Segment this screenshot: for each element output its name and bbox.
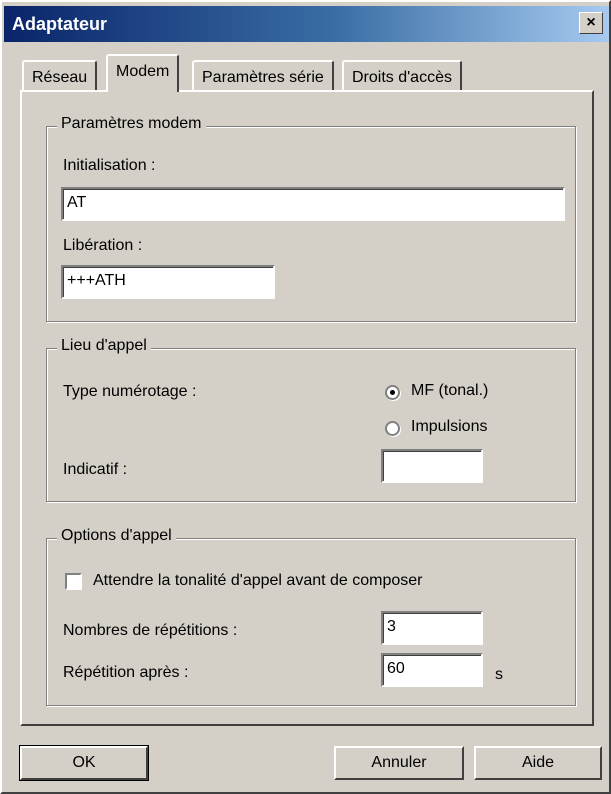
modem-settings-group: Paramètres modem Initialisation : AT Lib… xyxy=(46,115,576,322)
retry-after-label: Répétition après : xyxy=(63,664,189,681)
group-title: Paramètres modem xyxy=(57,115,206,133)
radio-pulse[interactable] xyxy=(385,421,400,436)
retries-label: Nombres de répétitions : xyxy=(63,622,238,639)
help-button[interactable]: Aide xyxy=(474,746,602,780)
wait-dial-tone-label[interactable]: Attendre la tonalité d'appel avant de co… xyxy=(93,572,423,590)
tab-parametres-serie[interactable]: Paramètres série xyxy=(192,60,334,92)
window-title: Adaptateur xyxy=(12,14,108,34)
wait-dial-tone-checkbox[interactable] xyxy=(65,573,82,590)
radio-tone-label[interactable]: MF (tonal.) xyxy=(411,382,488,400)
retries-input[interactable]: 3 xyxy=(381,611,483,645)
title-bar[interactable]: Adaptateur × xyxy=(4,6,609,42)
close-icon: × xyxy=(586,14,596,31)
init-string-input[interactable]: AT xyxy=(61,187,565,221)
retry-after-unit: s xyxy=(495,666,503,683)
tab-reseau[interactable]: Réseau xyxy=(22,60,98,92)
call-location-group: Lieu d'appel Type numérotage : MF (tonal… xyxy=(46,337,576,502)
tab-modem[interactable]: Modem xyxy=(106,54,180,92)
tab-label: Droits d'accès xyxy=(352,69,452,86)
prefix-label: Indicatif : xyxy=(63,461,128,478)
tab-droits-acces[interactable]: Droits d'accès xyxy=(342,60,462,92)
tab-panel-modem: Paramètres modem Initialisation : AT Lib… xyxy=(20,90,594,726)
release-string-input[interactable]: +++ATH xyxy=(61,265,275,299)
dial-type-label: Type numérotage : xyxy=(63,383,197,400)
retry-after-input[interactable]: 60 xyxy=(381,653,483,687)
radio-pulse-label[interactable]: Impulsions xyxy=(411,418,487,436)
dialog-window: Adaptateur × Réseau Modem Paramètres sér… xyxy=(0,0,611,794)
radio-tone[interactable] xyxy=(385,385,400,400)
group-title: Options d'appel xyxy=(57,527,176,545)
tab-label: Réseau xyxy=(32,69,88,86)
init-label: Initialisation : xyxy=(63,157,156,174)
release-label: Libération : xyxy=(63,237,143,254)
call-options-group: Options d'appel Attendre la tonalité d'a… xyxy=(46,527,576,706)
cancel-button[interactable]: Annuler xyxy=(334,746,464,780)
tab-label: Modem xyxy=(116,63,170,80)
ok-button[interactable]: OK xyxy=(19,745,149,781)
group-title: Lieu d'appel xyxy=(57,337,151,355)
tab-label: Paramètres série xyxy=(202,69,324,86)
close-button[interactable]: × xyxy=(579,12,603,34)
prefix-input[interactable] xyxy=(381,449,483,483)
